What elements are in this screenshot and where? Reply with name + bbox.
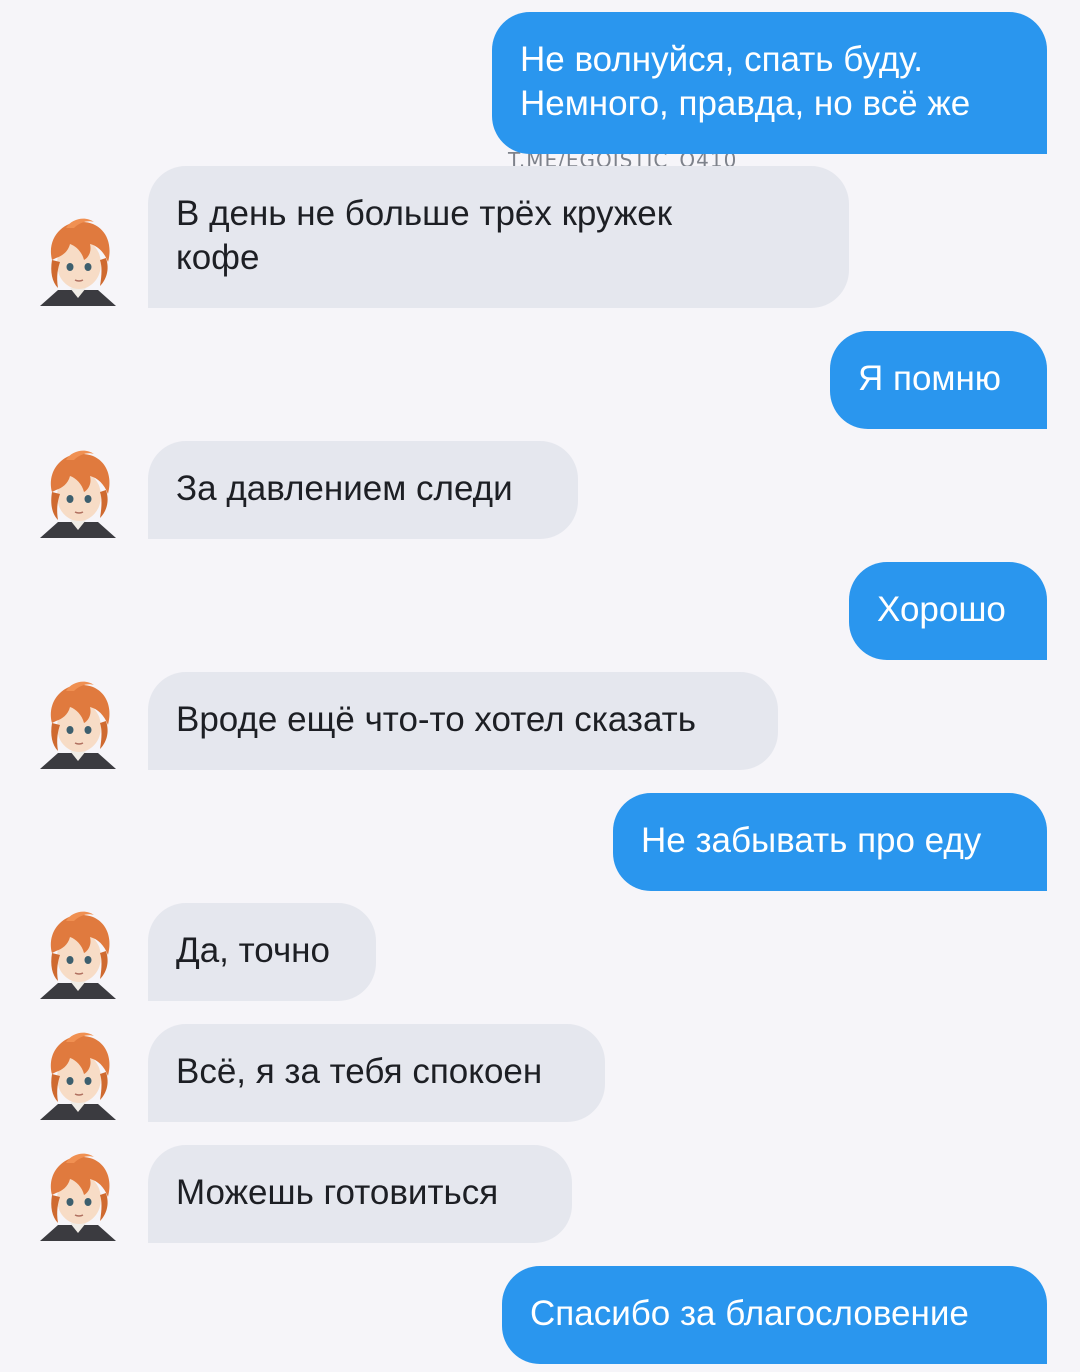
avatar-icon[interactable] <box>36 677 120 769</box>
incoming-message[interactable]: Да, точно <box>148 903 376 1001</box>
outgoing-message[interactable]: Я помню <box>830 331 1047 429</box>
avatar-icon[interactable] <box>36 446 120 538</box>
avatar-icon[interactable] <box>36 1028 120 1120</box>
incoming-message[interactable]: Вроде ещё что-то хотел сказать <box>148 672 778 770</box>
message-text-line: В день не больше трёх кружек <box>176 194 673 233</box>
incoming-message[interactable]: Всё, я за тебя спокоен <box>148 1024 605 1122</box>
message-text-line: Немного, правда, но всё же <box>520 84 971 123</box>
message-text: За давлением следи <box>176 469 513 508</box>
message-text: Я помню <box>858 359 1002 398</box>
avatar-icon[interactable] <box>36 907 120 999</box>
avatar-icon[interactable] <box>36 1149 120 1241</box>
outgoing-message[interactable]: Спасибо за благословение <box>502 1266 1047 1364</box>
message-text-line: Не волнуйся, спать буду. <box>520 40 923 79</box>
message-text: Вроде ещё что-то хотел сказать <box>176 700 696 739</box>
outgoing-message[interactable]: Не волнуйся, спать буду. Немного, правда… <box>492 12 1047 154</box>
message-text: Всё, я за тебя спокоен <box>176 1052 543 1091</box>
message-text: Да, точно <box>176 931 330 970</box>
incoming-message[interactable]: Можешь готовиться <box>148 1145 572 1243</box>
message-text: Хорошо <box>877 590 1006 629</box>
outgoing-message[interactable]: Не забывать про еду <box>613 793 1047 891</box>
outgoing-message[interactable]: Хорошо <box>849 562 1047 660</box>
message-text: Не забывать про еду <box>641 821 982 860</box>
incoming-message[interactable]: За давлением следи <box>148 441 578 539</box>
message-text: Можешь готовиться <box>176 1173 499 1212</box>
message-text: Спасибо за благословение <box>530 1294 969 1333</box>
avatar-icon[interactable] <box>36 214 120 306</box>
incoming-message[interactable]: В день не больше трёх кружек кофе <box>148 166 849 308</box>
message-text-line: кофе <box>176 238 260 277</box>
